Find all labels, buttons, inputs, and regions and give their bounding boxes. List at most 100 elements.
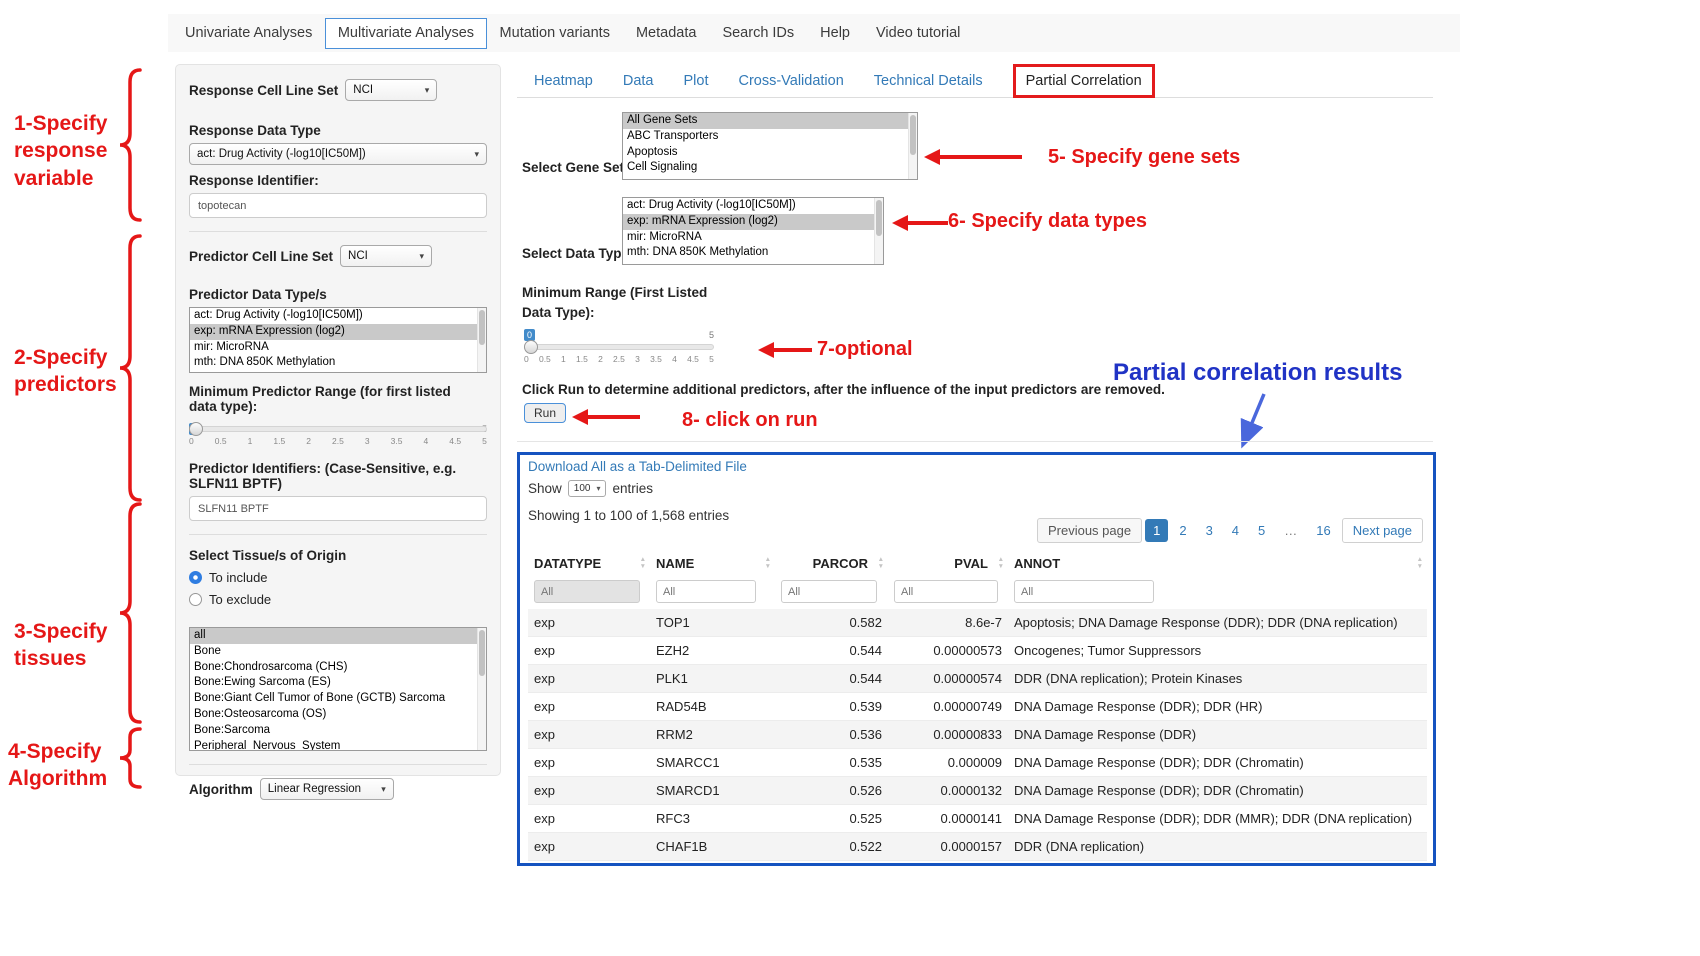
listbox-option[interactable]: Bone: [190, 644, 486, 660]
run-button[interactable]: Run: [524, 403, 566, 423]
min-predictor-range-slider[interactable]: 0 5 00.511.522.533.544.55: [189, 426, 487, 446]
listbox-option[interactable]: mir: MicroRNA: [190, 340, 486, 356]
listbox-option-selected[interactable]: exp: mRNA Expression (log2): [623, 214, 883, 230]
sort-icon[interactable]: ▲▼: [640, 557, 646, 571]
tissue-exclude-radio[interactable]: To exclude: [189, 592, 487, 607]
listbox-option[interactable]: act: Drug Activity (-log10[IC50M]): [190, 308, 486, 324]
listbox-option-selected[interactable]: All Gene Sets: [623, 113, 917, 129]
pagination-page-1[interactable]: 1: [1145, 519, 1168, 542]
chevron-down-icon: ▾: [420, 251, 425, 262]
table-row[interactable]: exp RAD54B 0.539 0.00000749 DNA Damage R…: [528, 693, 1427, 721]
chevron-down-icon: ▾: [596, 484, 600, 493]
sort-icon[interactable]: ▲▼: [878, 557, 884, 571]
pagination-page-3[interactable]: 3: [1198, 519, 1221, 542]
results-title-annotation: Partial correlation results: [1113, 359, 1402, 387]
table-row[interactable]: exp SMARCD1 0.526 0.0000132 DNA Damage R…: [528, 777, 1427, 805]
cell-datatype: exp: [528, 693, 650, 721]
slider-handle[interactable]: [189, 422, 203, 436]
column-header-annot[interactable]: ANNOT▲▼: [1008, 550, 1427, 577]
table-row[interactable]: exp RRM2 0.536 0.00000833 DNA Damage Res…: [528, 721, 1427, 749]
table-row[interactable]: exp TOP1 0.582 8.6e-7 Apoptosis; DNA Dam…: [528, 609, 1427, 637]
sort-icon[interactable]: ▲▼: [998, 557, 1004, 571]
cell-parcor: 0.522: [775, 833, 888, 861]
listbox-option[interactable]: mir: MicroRNA: [623, 230, 883, 246]
response-identifier-input[interactable]: [189, 193, 487, 218]
response-cell-line-set-select[interactable]: NCI ▾: [345, 79, 437, 101]
slider-handle[interactable]: [524, 340, 538, 354]
scrollbar[interactable]: [874, 198, 883, 264]
listbox-option[interactable]: Bone:Ewing Sarcoma (ES): [190, 675, 486, 691]
listbox-option-selected[interactable]: all: [190, 628, 486, 644]
download-tab-delimited-link[interactable]: Download All as a Tab-Delimited File: [528, 459, 747, 474]
table-row[interactable]: exp CHAF1B 0.522 0.0000157 DDR (DNA repl…: [528, 833, 1427, 861]
filter-parcor-input[interactable]: [781, 580, 877, 603]
pagination-page-2[interactable]: 2: [1171, 519, 1194, 542]
nav-help[interactable]: Help: [807, 17, 863, 49]
slider-track[interactable]: [189, 426, 487, 432]
radio-unselected-icon: [189, 593, 202, 606]
tab-partial-correlation[interactable]: Partial Correlation: [1013, 64, 1155, 98]
pagination-page-16[interactable]: 16: [1308, 519, 1338, 542]
listbox-option[interactable]: Cell Signaling: [623, 160, 917, 176]
filter-name-input[interactable]: [656, 580, 756, 603]
listbox-option[interactable]: Apoptosis: [623, 145, 917, 161]
slider-track[interactable]: [524, 344, 714, 350]
radio-selected-icon: [189, 571, 202, 584]
min-range-slider[interactable]: 0 5 00.511.522.533.544.55: [524, 332, 714, 364]
column-header-datatype[interactable]: DATATYPE▲▼: [528, 550, 650, 577]
nav-multivariate-analyses[interactable]: Multivariate Analyses: [325, 18, 486, 49]
tissue-include-radio[interactable]: To include: [189, 570, 487, 585]
tab-data[interactable]: Data: [623, 73, 654, 89]
table-row[interactable]: exp PLK1 0.544 0.00000574 DDR (DNA repli…: [528, 665, 1427, 693]
table-row[interactable]: exp RFC3 0.525 0.0000141 DNA Damage Resp…: [528, 805, 1427, 833]
nav-mutation-variants[interactable]: Mutation variants: [487, 17, 623, 49]
tab-cross-validation[interactable]: Cross-Validation: [738, 73, 843, 89]
column-header-name[interactable]: NAME▲▼: [650, 550, 775, 577]
listbox-option[interactable]: Bone:Osteosarcoma (OS): [190, 707, 486, 723]
cell-name: CHAF1B: [650, 833, 775, 861]
pagination-next-button[interactable]: Next page: [1342, 518, 1423, 543]
table-row[interactable]: exp EZH2 0.544 0.00000573 Oncogenes; Tum…: [528, 637, 1427, 665]
listbox-option[interactable]: Bone:Giant Cell Tumor of Bone (GCTB) Sar…: [190, 691, 486, 707]
cell-annot: DNA Damage Response (DDR); DDR (Chromati…: [1008, 749, 1427, 777]
column-header-pval[interactable]: PVAL▲▼: [888, 550, 1008, 577]
table-row[interactable]: exp SMARCC1 0.535 0.000009 DNA Damage Re…: [528, 749, 1427, 777]
predictor-identifiers-input[interactable]: [189, 496, 487, 521]
filter-datatype-input[interactable]: [534, 580, 640, 603]
listbox-option[interactable]: Bone:Chondrosarcoma (CHS): [190, 660, 486, 676]
scrollbar[interactable]: [908, 113, 917, 179]
cell-datatype: exp: [528, 665, 650, 693]
sort-icon[interactable]: ▲▼: [765, 557, 771, 571]
tab-heatmap[interactable]: Heatmap: [534, 73, 593, 89]
sort-icon[interactable]: ▲▼: [1417, 557, 1423, 571]
listbox-option-selected[interactable]: exp: mRNA Expression (log2): [190, 324, 486, 340]
nav-metadata[interactable]: Metadata: [623, 17, 709, 49]
pagination-page-5[interactable]: 5: [1250, 519, 1273, 542]
show-entries-select[interactable]: 100 ▾: [568, 480, 607, 497]
divider: [189, 231, 487, 232]
top-navigation: Univariate Analyses Multivariate Analyse…: [168, 14, 1460, 52]
pagination-page-4[interactable]: 4: [1224, 519, 1247, 542]
listbox-option[interactable]: ABC Transporters: [623, 129, 917, 145]
pagination-previous-button[interactable]: Previous page: [1037, 518, 1142, 543]
filter-pval-input[interactable]: [894, 580, 998, 603]
listbox-option[interactable]: Peripheral_Nervous_System: [190, 739, 486, 751]
cell-datatype: exp: [528, 721, 650, 749]
predictor-cell-line-set-select[interactable]: NCI ▾: [340, 245, 432, 267]
listbox-option[interactable]: mth: DNA 850K Methylation: [190, 355, 486, 371]
min-predictor-range-label: Minimum Predictor Range (for first liste…: [189, 384, 479, 414]
tab-plot[interactable]: Plot: [683, 73, 708, 89]
listbox-option[interactable]: Bone:Sarcoma: [190, 723, 486, 739]
listbox-option[interactable]: act: Drug Activity (-log10[IC50M]): [623, 198, 883, 214]
nav-video-tutorial[interactable]: Video tutorial: [863, 17, 973, 49]
listbox-option[interactable]: mth: DNA 850K Methylation: [623, 245, 883, 261]
filter-annot-input[interactable]: [1014, 580, 1154, 603]
algorithm-select[interactable]: Linear Regression ▾: [260, 778, 394, 800]
scrollbar[interactable]: [477, 628, 486, 750]
tab-technical-details[interactable]: Technical Details: [874, 73, 983, 89]
nav-search-ids[interactable]: Search IDs: [709, 17, 807, 49]
response-data-type-select[interactable]: act: Drug Activity (-log10[IC50M]) ▾: [189, 143, 487, 165]
scrollbar[interactable]: [477, 308, 486, 372]
column-header-parcor[interactable]: PARCOR▲▼: [775, 550, 888, 577]
nav-univariate-analyses[interactable]: Univariate Analyses: [172, 17, 325, 49]
